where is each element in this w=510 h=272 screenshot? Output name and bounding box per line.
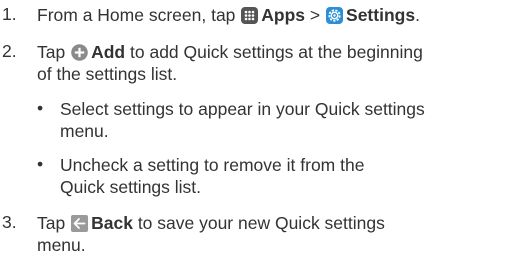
step-number: 1. xyxy=(2,4,17,24)
step-3-line-1: Tap Back to save your new Quick settings xyxy=(37,212,385,234)
bullet-2-line-2: Quick settings list. xyxy=(60,177,202,197)
step-2-line-2: of the settings list. xyxy=(37,64,178,84)
step-3-prefix: Tap xyxy=(37,213,66,233)
back-arrow-icon xyxy=(71,215,89,232)
step-2-prefix: Tap xyxy=(37,42,66,62)
step-number: 2. xyxy=(2,41,17,61)
step-2-line-1: Tap Add to add Quick settings at the beg… xyxy=(37,41,423,63)
step-3-line-1-rest: to save your new Quick settings xyxy=(137,213,385,233)
step-1-line-1: From a Home screen, tap Apps > Settings. xyxy=(37,4,420,26)
menu-separator: > xyxy=(309,5,321,25)
add-circle-icon xyxy=(71,44,88,61)
step-1-prefix: From a Home screen, tap xyxy=(37,5,236,25)
apps-label: Apps xyxy=(261,5,306,25)
bullet-1-line-1: Select settings to appear in your Quick … xyxy=(60,99,425,119)
add-label: Add xyxy=(91,42,126,62)
bullet-dot: • xyxy=(37,98,44,118)
step-3-line-2: menu. xyxy=(37,235,86,255)
bullet-2-line-1: Uncheck a setting to remove it from the xyxy=(60,155,365,175)
step-1-suffix: . xyxy=(415,5,420,25)
apps-grid-icon xyxy=(241,7,259,24)
step-2-line-1-rest: to add Quick settings at the beginning xyxy=(130,42,423,62)
back-label: Back xyxy=(91,213,133,233)
bullet-dot: • xyxy=(37,154,44,174)
step-number: 3. xyxy=(2,212,17,232)
bullet-1-line-2: menu. xyxy=(60,121,109,141)
settings-label: Settings xyxy=(346,5,416,25)
settings-gear-icon xyxy=(326,7,344,24)
